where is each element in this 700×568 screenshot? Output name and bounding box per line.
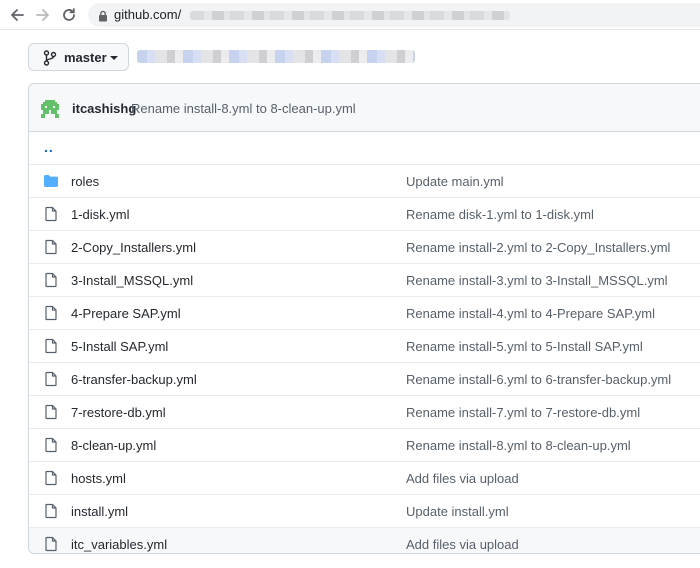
table-row[interactable]: 4-Prepare SAP.yml Rename install-4.yml t…	[29, 296, 700, 329]
commit-message-link[interactable]: Rename install-5.yml to 5-Install SAP.ym…	[406, 339, 643, 354]
file-icon	[43, 437, 59, 453]
address-url: github.com/	[114, 7, 182, 22]
file-name-link[interactable]: 7-restore-db.yml	[71, 405, 166, 420]
file-icon	[43, 206, 59, 222]
table-row[interactable]: 5-Install SAP.yml Rename install-5.yml t…	[29, 329, 700, 362]
file-name-link[interactable]: 1-disk.yml	[71, 207, 130, 222]
table-row[interactable]: 8-clean-up.yml Rename install-8.yml to 8…	[29, 428, 700, 461]
parent-directory-row[interactable]: ..	[29, 132, 700, 164]
commit-message-link[interactable]: Rename install-7.yml to 7-restore-db.yml	[406, 405, 640, 420]
commit-message-link[interactable]: Rename disk-1.yml to 1-disk.yml	[406, 207, 594, 222]
commit-message-link[interactable]: Rename install-4.yml to 4-Prepare SAP.ym…	[406, 306, 655, 321]
commit-message-link[interactable]: Rename install-8.yml to 8-clean-up.yml	[131, 101, 356, 116]
redacted-url-path	[190, 11, 510, 20]
file-name-link[interactable]: install.yml	[71, 504, 128, 519]
file-name-link[interactable]: 8-clean-up.yml	[71, 438, 156, 453]
git-branch-icon	[43, 50, 57, 66]
forward-arrow-icon[interactable]	[33, 5, 53, 25]
file-icon	[43, 536, 59, 552]
commit-message-link[interactable]: Add files via upload	[406, 471, 519, 486]
latest-commit-header: itcashishg Rename install-8.yml to 8-cle…	[29, 84, 700, 132]
file-name-link[interactable]: 2-Copy_Installers.yml	[71, 240, 196, 255]
table-row[interactable]: hosts.yml Add files via upload	[29, 461, 700, 494]
file-icon	[43, 371, 59, 387]
chevron-down-icon	[110, 56, 118, 60]
commit-message-link[interactable]: Update main.yml	[406, 174, 504, 189]
back-arrow-icon[interactable]	[7, 5, 27, 25]
commit-message-link[interactable]: Update install.yml	[406, 504, 509, 519]
commit-message-link[interactable]: Rename install-2.yml to 2-Copy_Installer…	[406, 240, 670, 255]
file-name-link[interactable]: hosts.yml	[71, 471, 126, 486]
branch-name: master	[64, 50, 107, 65]
table-row[interactable]: 1-disk.yml Rename disk-1.yml to 1-disk.y…	[29, 197, 700, 230]
file-name-link[interactable]: itc_variables.yml	[71, 537, 167, 552]
redacted-breadcrumb	[137, 50, 415, 63]
file-icon	[43, 305, 59, 321]
file-name-link[interactable]: roles	[71, 174, 99, 189]
table-row[interactable]: install.yml Update install.yml	[29, 494, 700, 527]
table-row[interactable]: itc_variables.yml Add files via upload	[29, 527, 700, 553]
folder-icon	[43, 173, 59, 189]
commit-author-link[interactable]: itcashishg	[72, 101, 136, 116]
file-icon	[43, 338, 59, 354]
table-row[interactable]: roles Update main.yml	[29, 164, 700, 197]
table-row[interactable]: 6-transfer-backup.yml Rename install-6.y…	[29, 362, 700, 395]
file-list-box: itcashishg Rename install-8.yml to 8-cle…	[28, 83, 700, 554]
commit-message-link[interactable]: Rename install-3.yml to 3-Install_MSSQL.…	[406, 273, 668, 288]
reload-icon[interactable]	[59, 5, 79, 25]
commit-message-link[interactable]: Rename install-8.yml to 8-clean-up.yml	[406, 438, 631, 453]
browser-toolbar: github.com/	[0, 0, 700, 30]
commit-message-link[interactable]: Rename install-6.yml to 6-transfer-backu…	[406, 372, 671, 387]
table-row[interactable]: 3-Install_MSSQL.yml Rename install-3.yml…	[29, 263, 700, 296]
file-icon	[43, 503, 59, 519]
file-icon	[43, 239, 59, 255]
file-icon	[43, 272, 59, 288]
file-icon	[43, 404, 59, 420]
branch-select-button[interactable]: master	[28, 43, 129, 71]
file-name-link[interactable]: 3-Install_MSSQL.yml	[71, 273, 193, 288]
table-row[interactable]: 2-Copy_Installers.yml Rename install-2.y…	[29, 230, 700, 263]
table-row[interactable]: 7-restore-db.yml Rename install-7.yml to…	[29, 395, 700, 428]
avatar[interactable]	[41, 100, 59, 118]
file-name-link[interactable]: 6-transfer-backup.yml	[71, 372, 197, 387]
file-name-link[interactable]: 4-Prepare SAP.yml	[71, 306, 181, 321]
file-name-link[interactable]: 5-Install SAP.yml	[71, 339, 168, 354]
commit-message-link[interactable]: Add files via upload	[406, 537, 519, 552]
parent-directory-link[interactable]: ..	[44, 139, 54, 155]
file-icon	[43, 470, 59, 486]
address-bar[interactable]: github.com/	[88, 3, 700, 27]
lock-icon[interactable]	[97, 9, 109, 22]
